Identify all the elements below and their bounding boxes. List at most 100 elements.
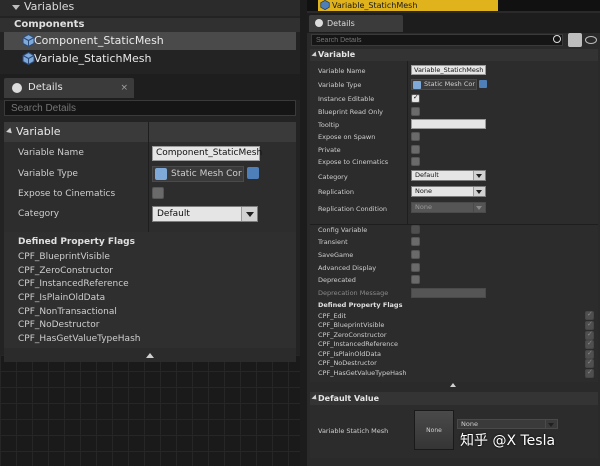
transient-checkbox[interactable] [411, 237, 420, 246]
config-variable-checkbox [411, 225, 420, 234]
expose-cinematics-checkbox[interactable] [152, 187, 164, 199]
flag-item: CPF_NonTransactional [18, 307, 117, 317]
deprecated-label: Deprecated [318, 276, 356, 284]
tab-details[interactable]: Details × [4, 78, 134, 98]
tooltip-field[interactable] [411, 119, 486, 129]
variable-item-variable-statichmesh[interactable]: Variable_StatichMesh [4, 50, 296, 68]
static-mesh-icon [22, 52, 35, 65]
variable-type-label: Variable Type [18, 169, 78, 179]
view-options-icon[interactable] [568, 33, 582, 47]
variable-section-label: Variable [16, 125, 61, 138]
flag-checkbox [585, 368, 594, 378]
chevron-down-icon [473, 203, 485, 212]
variable-section-header[interactable]: Variable [4, 122, 296, 142]
flag-item: CPF_InstancedReference [18, 279, 129, 289]
components-header-label: Components [14, 19, 85, 30]
default-value-section-label: Default Value [318, 394, 380, 403]
advanced-display-label: Advanced Display [318, 264, 377, 272]
flag-item: CPF_InstancedReference [318, 340, 398, 348]
read-only-label: Blueprint Read Only [318, 108, 384, 116]
chevron-down-icon [545, 420, 557, 428]
expose-spawn-checkbox[interactable] [411, 132, 420, 141]
property-flags-panel [4, 232, 296, 348]
collapse-bar[interactable] [4, 348, 296, 362]
watermark: 知乎 @X Tesla [460, 433, 556, 449]
variable-name-label: Variable Name [18, 148, 84, 158]
flag-checkbox [585, 310, 594, 320]
flag-item: CPF_BlueprintVisible [18, 252, 110, 262]
transient-label: Transient [318, 238, 348, 246]
variable-name-label: Variable Name [318, 67, 366, 75]
flag-item: CPF_ZeroConstructor [18, 266, 113, 276]
advanced-display-checkbox[interactable] [411, 263, 420, 272]
expose-spawn-label: Expose on Spawn [318, 133, 376, 141]
variables-header[interactable]: Variables [0, 0, 300, 16]
variable-type-label: Variable Type [318, 81, 362, 89]
variable-type-value: Static Mesh Cor [424, 80, 476, 88]
flag-checkbox [585, 339, 594, 349]
replication-dropdown[interactable]: None [411, 186, 486, 197]
replication-condition-value: None [415, 203, 432, 211]
variable-section-header[interactable]: Variable [310, 49, 598, 61]
variable-type-value: Static Mesh Cor [171, 169, 242, 179]
flag-checkbox [585, 320, 594, 330]
details-icon [12, 83, 22, 93]
flag-item: CPF_HasGetValueTypeHash [18, 334, 141, 344]
replication-value: None [415, 187, 432, 195]
flag-item: CPF_ZeroConstructor [318, 331, 387, 339]
variable-name-field[interactable]: Component_StaticMesh [152, 146, 262, 161]
flag-item: CPF_IsPlainOldData [318, 350, 381, 358]
variable-item-label: Variable_StatichMesh [34, 52, 152, 65]
tab-details-label: Details [28, 82, 63, 93]
graph-background [0, 355, 300, 466]
column-divider[interactable] [148, 122, 149, 232]
expose-cinematics-checkbox[interactable] [411, 157, 420, 166]
category-value: Default [415, 171, 439, 179]
config-variable-label: Config Variable [318, 226, 368, 234]
variable-item-component-staticmesh[interactable]: Component_StaticMesh [4, 32, 296, 50]
replication-condition-dropdown: None [411, 202, 486, 213]
variable-type-dropdown[interactable]: Static Mesh Cor [152, 166, 244, 182]
asset-picker-value: None [461, 420, 478, 428]
savegame-checkbox[interactable] [411, 250, 420, 259]
category-label: Category [18, 209, 60, 219]
column-divider[interactable] [407, 61, 408, 224]
read-only-checkbox[interactable] [411, 107, 420, 116]
search-details-input[interactable] [4, 100, 296, 116]
asset-picker-dropdown[interactable]: None [457, 419, 558, 429]
variable-section-label: Variable [318, 50, 356, 59]
category-dropdown[interactable]: Default [152, 206, 258, 222]
deprecation-message-field [411, 288, 486, 298]
variable-name-field[interactable]: Variable_StatichMesh [411, 65, 486, 75]
expose-cinematics-label: Expose to Cinematics [18, 189, 116, 199]
expand-arrow-icon [6, 127, 14, 136]
chevron-down-icon [473, 187, 485, 196]
category-dropdown[interactable]: Default [411, 170, 486, 181]
divider [310, 224, 598, 225]
container-type-icon[interactable] [479, 80, 487, 88]
variable-type-dropdown[interactable]: Static Mesh Cor [411, 79, 477, 90]
flag-item: CPF_HasGetValueTypeHash [318, 369, 407, 377]
variables-header-label: Variables [24, 0, 75, 13]
close-tab-icon[interactable]: × [120, 78, 128, 98]
static-mesh-icon [320, 0, 330, 10]
search-details-input[interactable] [311, 34, 563, 46]
default-value-section-header[interactable]: Default Value [310, 392, 598, 405]
chevron-down-icon [241, 207, 257, 221]
search-icon[interactable] [553, 35, 561, 43]
collapse-bar[interactable] [310, 382, 598, 390]
selected-variable-label: Variable_StatichMesh [332, 1, 418, 10]
container-type-icon[interactable] [247, 167, 259, 179]
components-header[interactable]: Components [0, 18, 300, 32]
eye-icon[interactable] [585, 36, 597, 44]
collapse-arrow-icon [12, 4, 20, 10]
chevron-down-icon [473, 171, 485, 180]
tab-details[interactable]: Details [309, 15, 403, 32]
deprecated-checkbox[interactable] [411, 275, 420, 284]
category-value: Default [157, 209, 190, 219]
instance-editable-checkbox[interactable] [411, 93, 420, 103]
asset-thumbnail[interactable]: None [414, 410, 454, 450]
private-checkbox[interactable] [411, 145, 420, 154]
flag-item: CPF_Edit [318, 312, 347, 320]
flags-header: Defined Property Flags [318, 301, 403, 309]
